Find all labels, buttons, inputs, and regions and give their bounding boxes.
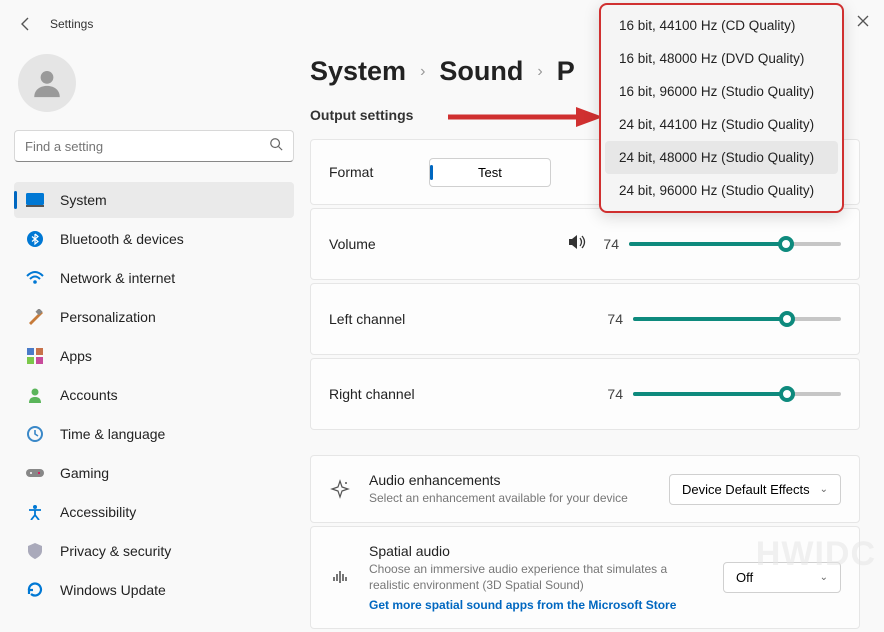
clock-icon — [26, 425, 44, 443]
sidebar-item-label: Windows Update — [60, 582, 166, 598]
sidebar-item-accessibility[interactable]: Accessibility — [14, 494, 294, 530]
brush-icon — [26, 308, 44, 326]
enhancements-desc: Select an enhancement available for your… — [369, 490, 651, 506]
speaker-icon[interactable] — [569, 234, 587, 255]
wifi-icon — [26, 269, 44, 287]
spatial-dropdown-value: Off — [736, 570, 753, 585]
breadcrumb-current: P — [557, 56, 575, 87]
spatial-dropdown[interactable]: Off ⌄ — [723, 562, 841, 593]
audio-enhancements-row: Audio enhancements Select an enhancement… — [311, 456, 859, 522]
chevron-down-icon: ⌄ — [820, 484, 828, 495]
right-channel-value: 74 — [601, 386, 623, 402]
sidebar-item-label: Accessibility — [60, 504, 136, 520]
spatial-audio-row: Spatial audio Choose an immersive audio … — [311, 527, 859, 627]
sidebar-item-privacy[interactable]: Privacy & security — [14, 533, 294, 569]
search-input-wrap[interactable] — [14, 130, 294, 162]
accounts-icon — [26, 386, 44, 404]
left-channel-row: Left channel 74 — [311, 284, 859, 354]
format-option-selected[interactable]: 24 bit, 48000 Hz (Studio Quality) — [605, 141, 838, 174]
sidebar-item-update[interactable]: Windows Update — [14, 572, 294, 608]
avatar[interactable] — [18, 54, 76, 112]
accessibility-icon — [26, 503, 44, 521]
sidebar-item-bluetooth[interactable]: Bluetooth & devices — [14, 221, 294, 257]
breadcrumb-system[interactable]: System — [310, 56, 406, 87]
shield-icon — [26, 542, 44, 560]
chevron-right-icon: › — [420, 63, 425, 81]
system-icon — [26, 191, 44, 209]
sidebar-item-network[interactable]: Network & internet — [14, 260, 294, 296]
sidebar-item-accounts[interactable]: Accounts — [14, 377, 294, 413]
breadcrumb-sound[interactable]: Sound — [439, 56, 523, 87]
spatial-icon — [329, 567, 351, 587]
sidebar-item-label: Gaming — [60, 465, 109, 481]
back-button[interactable] — [16, 14, 36, 34]
volume-slider[interactable] — [629, 242, 841, 246]
enhancements-dropdown[interactable]: Device Default Effects ⌄ — [669, 474, 841, 505]
chevron-down-icon: ⌄ — [820, 572, 828, 583]
sidebar-item-gaming[interactable]: Gaming — [14, 455, 294, 491]
search-icon — [269, 137, 283, 156]
bluetooth-icon — [26, 230, 44, 248]
apps-icon — [26, 347, 44, 365]
app-title: Settings — [50, 17, 93, 31]
spatial-title: Spatial audio — [369, 543, 705, 559]
sidebar-item-label: Apps — [60, 348, 92, 364]
enhancements-dropdown-value: Device Default Effects — [682, 482, 810, 497]
chevron-right-icon: › — [537, 63, 542, 81]
right-channel-slider[interactable] — [633, 392, 841, 396]
close-button[interactable] — [852, 10, 874, 32]
right-channel-label: Right channel — [329, 386, 601, 402]
sidebar-item-label: Network & internet — [60, 270, 175, 286]
sidebar-item-label: Bluetooth & devices — [60, 231, 184, 247]
sidebar-item-time[interactable]: Time & language — [14, 416, 294, 452]
sidebar-item-personalization[interactable]: Personalization — [14, 299, 294, 335]
volume-label: Volume — [329, 236, 569, 252]
sidebar-item-apps[interactable]: Apps — [14, 338, 294, 374]
format-label: Format — [329, 164, 439, 180]
enhancements-title: Audio enhancements — [369, 472, 651, 488]
format-option[interactable]: 16 bit, 44100 Hz (CD Quality) — [605, 9, 838, 42]
format-option[interactable]: 24 bit, 96000 Hz (Studio Quality) — [605, 174, 838, 207]
sidebar-item-label: Time & language — [60, 426, 165, 442]
spatial-desc: Choose an immersive audio experience tha… — [369, 561, 679, 593]
test-button[interactable]: Test — [429, 158, 551, 187]
spatial-store-link[interactable]: Get more spatial sound apps from the Mic… — [369, 598, 705, 612]
volume-row: Volume 74 — [311, 209, 859, 279]
sparkle-icon — [329, 479, 351, 499]
search-input[interactable] — [25, 139, 269, 154]
format-option[interactable]: 16 bit, 48000 Hz (DVD Quality) — [605, 42, 838, 75]
left-channel-label: Left channel — [329, 311, 601, 327]
sidebar-item-system[interactable]: System — [14, 182, 294, 218]
format-option[interactable]: 24 bit, 44100 Hz (Studio Quality) — [605, 108, 838, 141]
left-channel-slider[interactable] — [633, 317, 841, 321]
format-option[interactable]: 16 bit, 96000 Hz (Studio Quality) — [605, 75, 838, 108]
update-icon — [26, 581, 44, 599]
volume-value: 74 — [597, 236, 619, 252]
left-channel-value: 74 — [601, 311, 623, 327]
sidebar-item-label: Accounts — [60, 387, 118, 403]
gaming-icon — [26, 464, 44, 482]
sidebar-item-label: Privacy & security — [60, 543, 171, 559]
sidebar-item-label: Personalization — [60, 309, 156, 325]
sidebar-item-label: System — [60, 192, 107, 208]
right-channel-row: Right channel 74 — [311, 359, 859, 429]
format-dropdown-menu[interactable]: 16 bit, 44100 Hz (CD Quality) 16 bit, 48… — [599, 3, 844, 213]
